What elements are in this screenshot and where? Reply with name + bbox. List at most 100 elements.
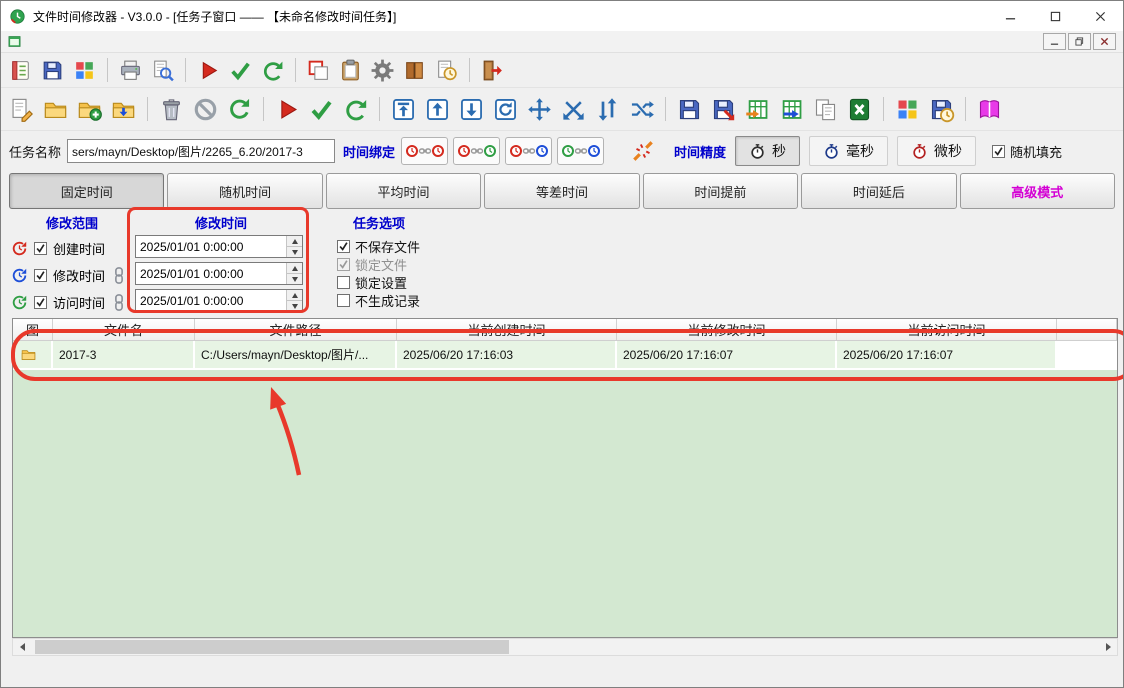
checkbox-box[interactable] bbox=[337, 258, 350, 271]
spin-down-icon[interactable] bbox=[287, 246, 302, 257]
maximize-icon[interactable] bbox=[1033, 1, 1078, 31]
table-column-header[interactable]: 当前访问时间 bbox=[837, 319, 1057, 340]
log-icon[interactable] bbox=[402, 58, 427, 83]
precision-seconds-button[interactable]: 秒 bbox=[735, 136, 800, 166]
run-task-icon[interactable] bbox=[196, 58, 221, 83]
exchange-icon[interactable] bbox=[560, 96, 587, 123]
scrollbar-track[interactable] bbox=[31, 639, 1099, 655]
undo-icon[interactable] bbox=[342, 96, 369, 123]
option-no-record-checkbox[interactable]: 不生成记录 bbox=[337, 291, 507, 309]
tab-time-earlier[interactable]: 时间提前 bbox=[643, 173, 798, 209]
paste-icon[interactable] bbox=[338, 58, 363, 83]
bind-create-access-button[interactable] bbox=[453, 137, 500, 165]
spin-up-icon[interactable] bbox=[287, 290, 302, 300]
option-lock-file-checkbox[interactable]: 锁定文件 bbox=[337, 255, 507, 273]
export-table-icon[interactable] bbox=[778, 96, 805, 123]
move-up-icon[interactable] bbox=[424, 96, 451, 123]
child-restore-icon[interactable] bbox=[1068, 33, 1091, 50]
task-name-input[interactable] bbox=[67, 139, 335, 163]
print-icon[interactable] bbox=[118, 58, 143, 83]
sort-icon[interactable] bbox=[594, 96, 621, 123]
move-top-icon[interactable] bbox=[390, 96, 417, 123]
print-preview-icon[interactable] bbox=[150, 58, 175, 83]
copy-list-icon[interactable] bbox=[812, 96, 839, 123]
bind-modify-access-button[interactable] bbox=[505, 137, 552, 165]
help-book-icon[interactable] bbox=[976, 96, 1003, 123]
modify-datetime-spinner-1[interactable]: 2025/01/01 0:00:00 bbox=[135, 235, 303, 258]
move-down-icon[interactable] bbox=[458, 96, 485, 123]
modify-datetime-spinner-2[interactable]: 2025/01/01 0:00:00 bbox=[135, 262, 303, 285]
table-column-header[interactable] bbox=[1057, 319, 1117, 340]
new-task-icon[interactable] bbox=[8, 58, 33, 83]
range-modify-time-checkbox[interactable] bbox=[34, 269, 47, 282]
spin-down-icon[interactable] bbox=[287, 300, 302, 311]
tab-time-later[interactable]: 时间延后 bbox=[801, 173, 956, 209]
save-task-icon[interactable] bbox=[40, 58, 65, 83]
checkbox-box[interactable] bbox=[337, 240, 350, 253]
close-icon[interactable] bbox=[1078, 1, 1123, 31]
table-row[interactable]: 2017-3C:/Users/mayn/Desktop/图片/...2025/0… bbox=[13, 341, 1117, 370]
save-time-icon[interactable] bbox=[928, 96, 955, 123]
import-list-icon[interactable] bbox=[110, 96, 137, 123]
checkbox-box[interactable] bbox=[992, 145, 1005, 158]
scroll-left-icon[interactable] bbox=[13, 639, 31, 655]
add-folder-recursive-icon[interactable] bbox=[76, 96, 103, 123]
option-no-save-checkbox[interactable]: 不保存文件 bbox=[337, 237, 507, 255]
exit-icon[interactable] bbox=[480, 58, 505, 83]
rotate-list-icon[interactable] bbox=[492, 96, 519, 123]
refresh-list-icon[interactable] bbox=[226, 96, 253, 123]
settings-icon[interactable] bbox=[370, 58, 395, 83]
clear-list-icon[interactable] bbox=[192, 96, 219, 123]
broken-link-icon[interactable] bbox=[630, 138, 656, 164]
scrollbar-thumb[interactable] bbox=[35, 640, 509, 654]
checkbox-box[interactable] bbox=[337, 276, 350, 289]
apply-icon[interactable] bbox=[308, 96, 335, 123]
clone-window-icon[interactable] bbox=[306, 58, 331, 83]
table-column-header[interactable]: 图 bbox=[13, 319, 53, 340]
export-excel-icon[interactable] bbox=[846, 96, 873, 123]
run-task-icon[interactable] bbox=[274, 96, 301, 123]
remove-item-icon[interactable] bbox=[158, 96, 185, 123]
tab-advanced-mode[interactable]: 高级模式 bbox=[960, 173, 1115, 209]
spin-up-icon[interactable] bbox=[287, 263, 302, 273]
spin-down-icon[interactable] bbox=[287, 273, 302, 284]
modify-datetime-spinner-3[interactable]: 2025/01/01 0:00:00 bbox=[135, 289, 303, 312]
table-column-header[interactable]: 当前修改时间 bbox=[617, 319, 837, 340]
minimize-icon[interactable] bbox=[988, 1, 1033, 31]
bind-create-modify-button[interactable] bbox=[401, 137, 448, 165]
option-lock-settings-checkbox[interactable]: 锁定设置 bbox=[337, 273, 507, 291]
save-list-icon[interactable] bbox=[676, 96, 703, 123]
child-close-icon[interactable] bbox=[1093, 33, 1116, 50]
task-grid-icon[interactable] bbox=[72, 58, 97, 83]
precision-microseconds-button[interactable]: 微秒 bbox=[897, 136, 976, 166]
tab-random-time[interactable]: 随机时间 bbox=[167, 173, 322, 209]
view-grid-icon[interactable] bbox=[894, 96, 921, 123]
spread-icon[interactable] bbox=[526, 96, 553, 123]
horizontal-scrollbar[interactable] bbox=[12, 638, 1118, 656]
checkbox-box[interactable] bbox=[337, 294, 350, 307]
table-column-header[interactable]: 当前创建时间 bbox=[397, 319, 617, 340]
apply-icon[interactable] bbox=[228, 58, 253, 83]
table-column-header[interactable]: 文件名 bbox=[53, 319, 195, 340]
import-table-icon[interactable] bbox=[744, 96, 771, 123]
precision-milliseconds-button[interactable]: 毫秒 bbox=[809, 136, 888, 166]
add-file-icon[interactable] bbox=[8, 96, 35, 123]
table-column-header[interactable]: 文件路径 bbox=[195, 319, 397, 340]
modify-time-header: 修改时间 bbox=[135, 213, 307, 232]
shuffle-icon[interactable] bbox=[628, 96, 655, 123]
tab-fixed-time[interactable]: 固定时间 bbox=[9, 173, 164, 209]
range-create-time-checkbox[interactable] bbox=[34, 242, 47, 255]
undo-icon[interactable] bbox=[260, 58, 285, 83]
save-list-as-icon[interactable] bbox=[710, 96, 737, 123]
spin-up-icon[interactable] bbox=[287, 236, 302, 246]
scroll-right-icon[interactable] bbox=[1099, 639, 1117, 655]
add-folder-icon[interactable] bbox=[42, 96, 69, 123]
bind-all-times-button[interactable] bbox=[557, 137, 604, 165]
child-window-icon[interactable] bbox=[7, 34, 22, 49]
tab-arithmetic-time[interactable]: 等差时间 bbox=[484, 173, 639, 209]
tab-average-time[interactable]: 平均时间 bbox=[326, 173, 481, 209]
random-fill-checkbox[interactable]: 随机填充 bbox=[992, 142, 1062, 161]
range-access-time-checkbox[interactable] bbox=[34, 296, 47, 309]
schedule-icon[interactable] bbox=[434, 58, 459, 83]
child-minimize-icon[interactable] bbox=[1043, 33, 1066, 50]
